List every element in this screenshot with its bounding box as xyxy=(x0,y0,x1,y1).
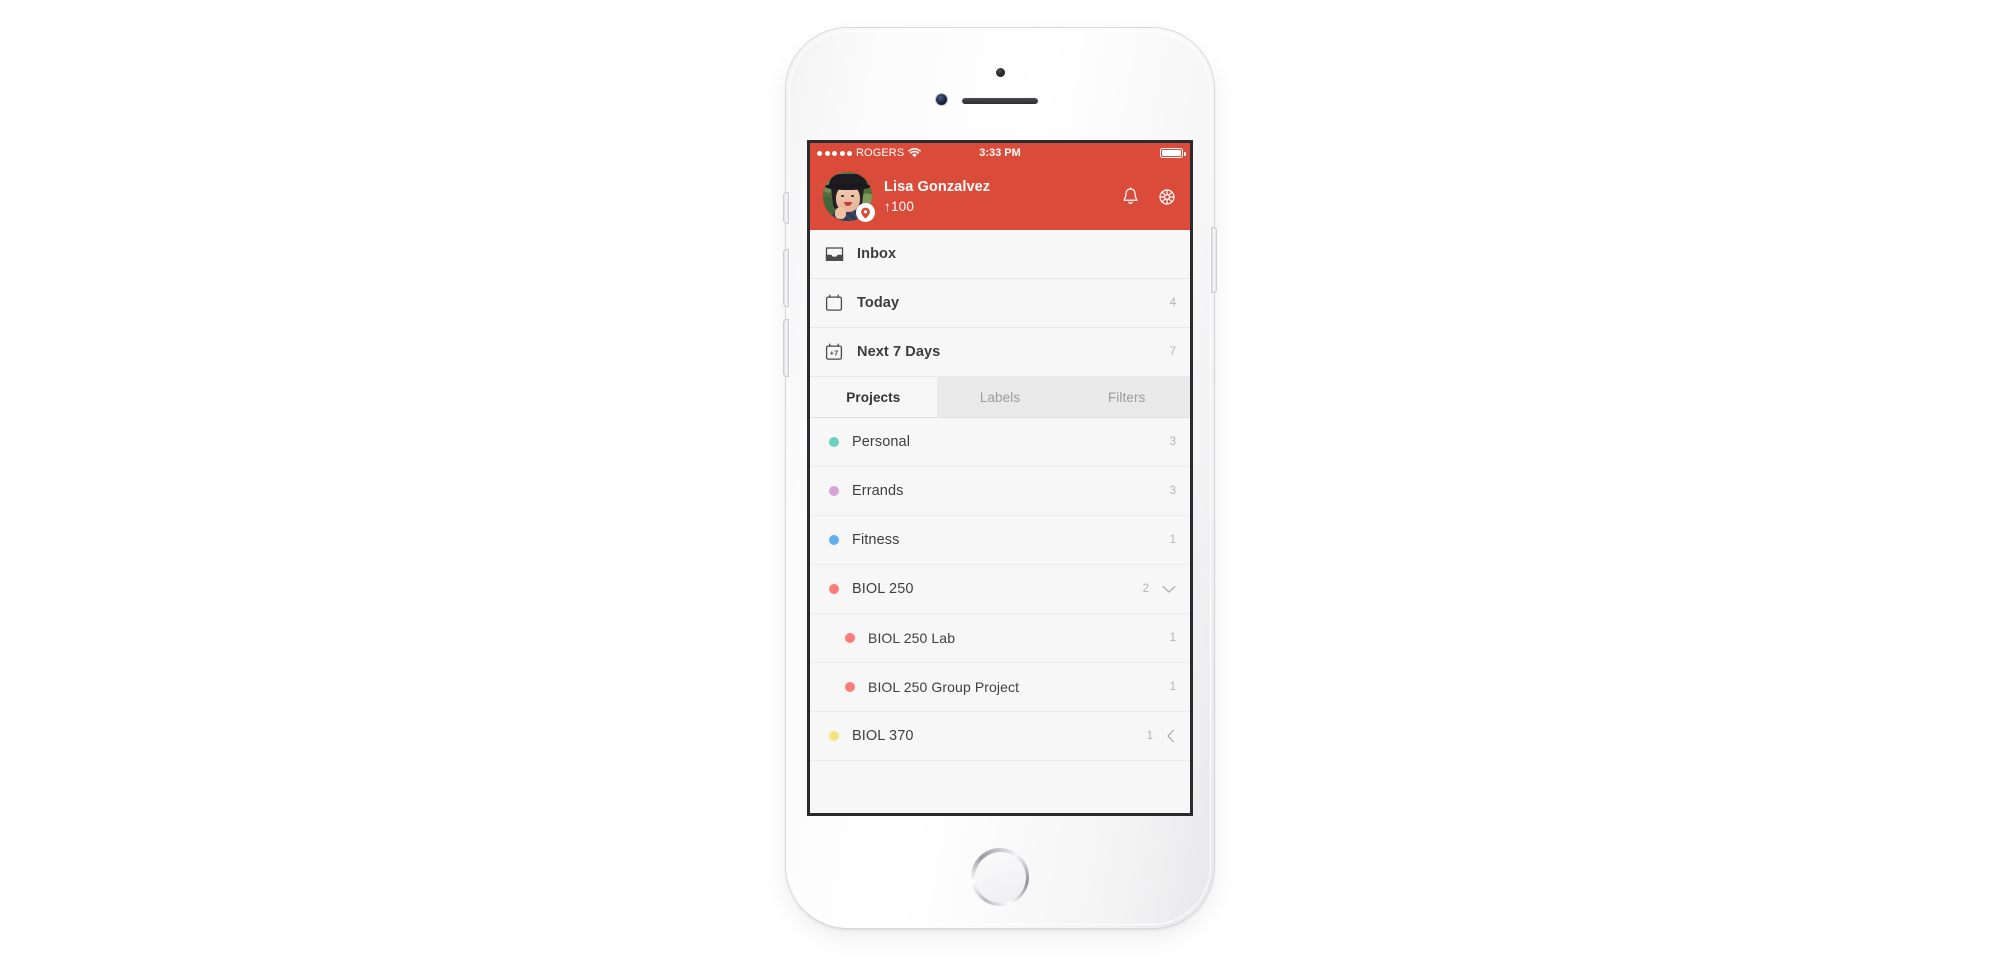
project-item-biol-370[interactable]: BIOL 370 1 xyxy=(810,712,1190,761)
svg-text:+7: +7 xyxy=(830,349,839,358)
project-count: 1 xyxy=(1169,632,1176,644)
project-count: 3 xyxy=(1169,436,1176,448)
status-bar-left: ROGERS xyxy=(817,147,922,159)
project-color-dot xyxy=(829,731,839,741)
project-color-dot xyxy=(845,682,855,692)
battery-icon xyxy=(1160,147,1186,159)
project-item-biol-250-lab[interactable]: BIOL 250 Lab 1 xyxy=(810,614,1190,663)
location-pin-badge-icon xyxy=(856,203,875,222)
screenshot-canvas: ROGERS 3:33 PM Lisa Gonzalvez ↑100 Inbox… xyxy=(0,0,2000,960)
power-button[interactable] xyxy=(1212,228,1216,292)
avatar[interactable] xyxy=(823,172,875,222)
project-color-dot xyxy=(829,535,839,545)
bell-icon[interactable] xyxy=(1122,187,1139,206)
project-color-dot xyxy=(829,437,839,447)
status-bar: ROGERS 3:33 PM xyxy=(810,143,1190,163)
earpiece-speaker xyxy=(962,98,1038,104)
wifi-icon xyxy=(908,148,922,158)
calendar-plus-7-icon: +7 xyxy=(825,343,847,361)
project-item-fitness[interactable]: Fitness 1 xyxy=(810,516,1190,565)
sidebar-item-label: Inbox xyxy=(857,246,897,262)
project-label: Personal xyxy=(852,434,911,450)
karma-score: ↑100 xyxy=(884,198,915,214)
gear-icon[interactable] xyxy=(1158,188,1176,206)
project-color-dot xyxy=(829,486,839,496)
user-info: Lisa Gonzalvez ↑100 xyxy=(884,178,990,216)
proximity-sensor-icon xyxy=(995,68,1005,77)
chevron-left-icon[interactable] xyxy=(1166,729,1176,743)
project-count: 1 xyxy=(1146,730,1153,742)
sidebar-item-count: 7 xyxy=(1169,346,1176,358)
tab-bar: Projects Labels Filters xyxy=(810,377,1190,418)
signal-strength-icon xyxy=(817,150,852,156)
status-bar-right xyxy=(1160,147,1186,159)
inbox-icon xyxy=(825,246,847,263)
sidebar-item-count: 4 xyxy=(1169,297,1176,309)
sidebar-item-label: Today xyxy=(857,295,900,311)
tab-projects[interactable]: Projects xyxy=(810,377,937,417)
project-color-dot xyxy=(845,633,855,643)
header-actions xyxy=(1122,187,1178,206)
phone-device: ROGERS 3:33 PM Lisa Gonzalvez ↑100 Inbox… xyxy=(784,28,1216,928)
tab-filters[interactable]: Filters xyxy=(1063,377,1190,417)
sidebar-item-inbox[interactable]: Inbox xyxy=(810,230,1190,279)
project-item-personal[interactable]: Personal 3 xyxy=(810,418,1190,467)
sidebar-item-label: Next 7 Days xyxy=(857,344,941,360)
carrier-label: ROGERS xyxy=(856,147,905,159)
phone-screen: ROGERS 3:33 PM Lisa Gonzalvez ↑100 Inbox… xyxy=(807,140,1193,816)
sidebar-item-next-7-days[interactable]: +7 Next 7 Days 7 xyxy=(810,328,1190,377)
volume-up-button[interactable] xyxy=(784,250,788,306)
project-label: Fitness xyxy=(852,532,900,548)
tab-labels[interactable]: Labels xyxy=(936,377,1064,417)
calendar-icon xyxy=(825,294,847,312)
chevron-down-icon[interactable] xyxy=(1162,585,1176,594)
project-count: 2 xyxy=(1142,583,1149,595)
project-label: BIOL 250 Lab xyxy=(868,630,956,646)
project-item-errands[interactable]: Errands 3 xyxy=(810,467,1190,516)
user-name: Lisa Gonzalvez xyxy=(884,178,991,195)
project-list: Personal 3 Errands 3 Fitness 1 BIOL 250 xyxy=(810,418,1190,785)
list-bottom-space xyxy=(810,761,1190,785)
project-label: BIOL 370 xyxy=(852,728,914,744)
project-label: BIOL 250 xyxy=(852,581,914,597)
home-button[interactable] xyxy=(971,848,1029,906)
silent-switch[interactable] xyxy=(784,193,788,223)
front-camera-icon xyxy=(936,94,947,105)
project-label: Errands xyxy=(852,483,904,499)
project-item-biol-250[interactable]: BIOL 250 2 xyxy=(810,565,1190,614)
project-color-dot xyxy=(829,584,839,594)
sidebar-item-today[interactable]: Today 4 xyxy=(810,279,1190,328)
app-header: Lisa Gonzalvez ↑100 xyxy=(810,163,1190,230)
project-count: 1 xyxy=(1169,681,1176,693)
project-item-biol-250-group-project[interactable]: BIOL 250 Group Project 1 xyxy=(810,663,1190,712)
volume-down-button[interactable] xyxy=(784,320,788,376)
project-count: 1 xyxy=(1169,534,1176,546)
nav-list: Inbox Today 4 +7 Next 7 Days 7 xyxy=(810,230,1190,377)
project-count: 3 xyxy=(1169,485,1176,497)
project-label: BIOL 250 Group Project xyxy=(868,679,1020,695)
